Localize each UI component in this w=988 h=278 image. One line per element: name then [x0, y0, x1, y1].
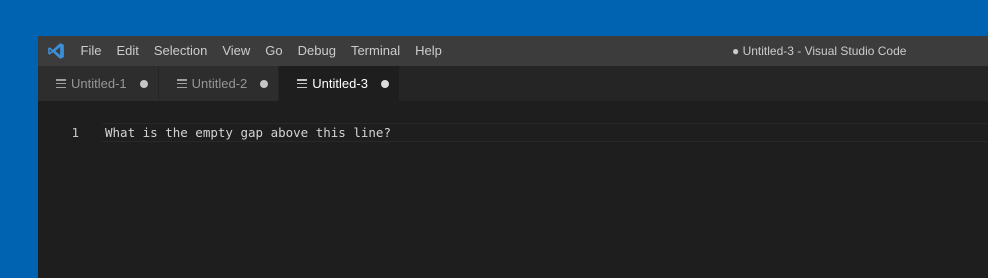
tab-label: Untitled-1 — [71, 76, 127, 91]
window-title: ● Untitled-3 - Visual Studio Code — [732, 44, 907, 58]
tab-label: Untitled-2 — [191, 76, 248, 91]
tab-label: Untitled-3 — [312, 76, 368, 91]
menu-selection[interactable]: Selection — [146, 36, 214, 66]
line-text[interactable]: What is the empty gap above this line? — [105, 125, 391, 140]
menu-edit[interactable]: Edit — [109, 36, 146, 66]
unsaved-dot-icon[interactable] — [260, 79, 269, 88]
tab-untitled-1[interactable]: Untitled-1 — [38, 66, 159, 101]
menu-go[interactable]: Go — [258, 36, 290, 66]
title-bar: File Edit Selection View Go Debug Termin… — [38, 36, 988, 66]
unsaved-dot-icon[interactable] — [380, 79, 389, 88]
editor-tab-bar: Untitled-1 Untitled-2 Untitled-3 — [38, 66, 988, 101]
menu-terminal[interactable]: Terminal — [343, 36, 407, 66]
editor-area[interactable]: 1 What is the empty gap above this line? — [38, 101, 988, 278]
menu-view[interactable]: View — [215, 36, 258, 66]
unsaved-dot-icon[interactable] — [139, 79, 148, 88]
tab-untitled-2[interactable]: Untitled-2 — [158, 66, 280, 101]
file-lines-icon — [297, 79, 308, 88]
line-number: 1 — [71, 125, 79, 140]
tab-untitled-3[interactable]: Untitled-3 — [279, 66, 400, 101]
menu-debug[interactable]: Debug — [290, 36, 343, 66]
vscode-logo-icon[interactable] — [38, 36, 73, 66]
file-lines-icon — [176, 79, 187, 88]
menu-help[interactable]: Help — [408, 36, 450, 66]
vscode-window: File Edit Selection View Go Debug Termin… — [38, 36, 988, 278]
file-lines-icon — [56, 79, 66, 88]
menu-file[interactable]: File — [73, 36, 109, 66]
editor-line[interactable]: 1 What is the empty gap above this line? — [38, 123, 988, 142]
menu-bar: File Edit Selection View Go Debug Termin… — [73, 36, 449, 66]
